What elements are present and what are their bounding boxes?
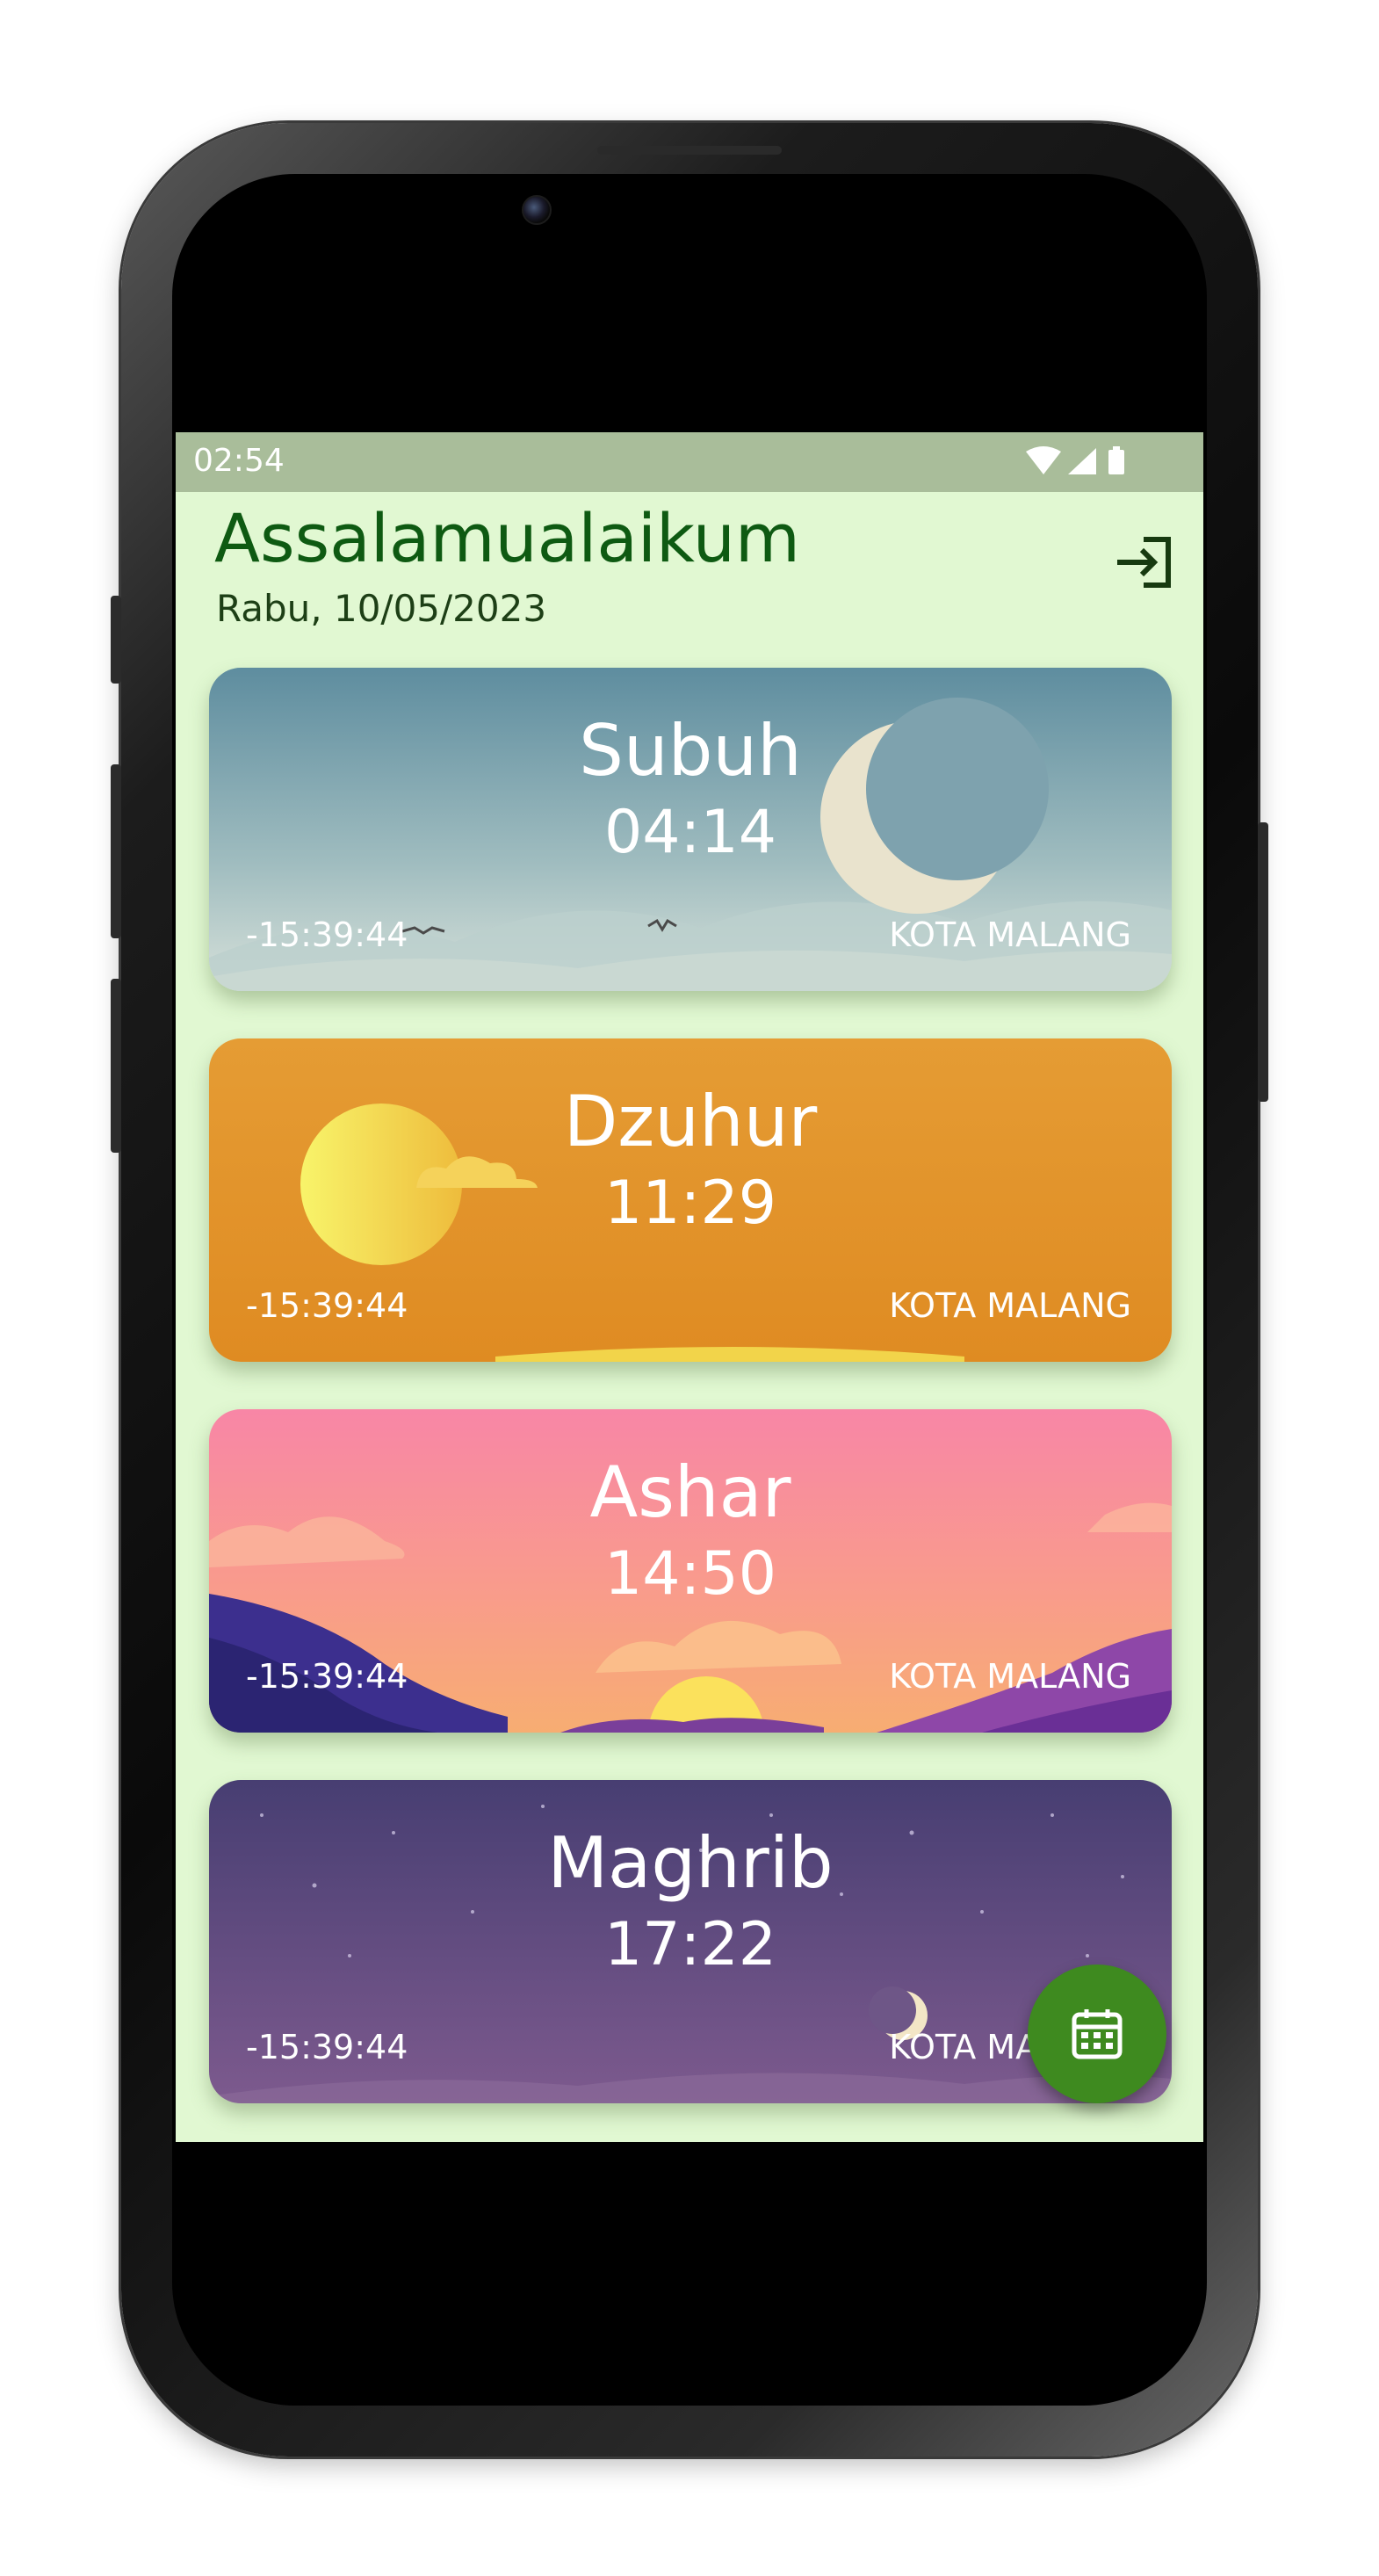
front-camera [522,195,552,225]
logout-button[interactable] [1114,531,1177,594]
logout-icon [1117,537,1171,588]
current-date: Rabu, 10/05/2023 [216,587,547,630]
prayer-city: KOTA MALANG [889,1286,1131,1325]
signal-icon [1068,448,1096,474]
wifi-icon [1026,446,1061,474]
prayer-countdown: -15:39:44 [246,2028,408,2066]
prayer-city: KOTA MALANG [889,915,1131,954]
prayer-city: KOTA MALANG [889,1657,1131,1696]
battery-icon [1108,446,1124,474]
status-bar: 02:54 [176,432,1203,492]
power-button [1258,822,1268,1102]
prayer-name: Ashar [589,1451,791,1533]
prayer-card-dzuhur[interactable]: Dzuhur 11:29 -15:39:44 KOTA MALANG [209,1038,1172,1362]
greeting-title: Assalamualaikum [214,499,800,577]
calendar-fab-button[interactable] [1028,1965,1166,2103]
prayer-card-subuh[interactable]: Subuh 04:14 -15:39:44 KOTA MALANG [209,668,1172,991]
volume-up-button [111,764,121,938]
prayer-countdown: -15:39:44 [246,1657,408,1696]
prayer-countdown: -15:39:44 [246,915,408,954]
calendar-icon [1072,2009,1123,2059]
prayer-time: 17:22 [604,1910,776,1979]
prayer-name: Dzuhur [563,1081,818,1162]
prayer-card-maghrib[interactable]: Maghrib 17:22 -15:39:44 KOTA MALANG [209,1780,1172,2103]
prayer-name: Maghrib [547,1822,834,1904]
prayer-card-ashar[interactable]: Ashar 14:50 -15:39:44 KOTA MALANG [209,1409,1172,1733]
prayer-time: 11:29 [604,1169,776,1238]
app-screen: 02:54 Assalamualaikum Rabu, 10/05/2023 S… [176,432,1203,2142]
prayer-name: Subuh [579,710,802,792]
prayer-time: 04:14 [604,798,776,867]
status-icons [1026,446,1124,474]
prayer-countdown: -15:39:44 [246,1286,408,1325]
prayer-time: 14:50 [604,1539,776,1609]
speaker-grille [597,146,782,155]
silent-switch [111,596,121,684]
volume-down-button [111,979,121,1153]
status-time: 02:54 [193,443,285,479]
